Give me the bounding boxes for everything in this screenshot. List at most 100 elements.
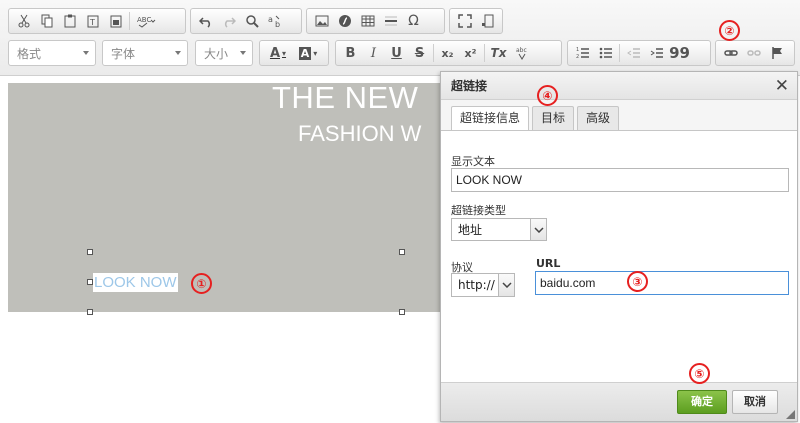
url-label: URL [536, 257, 561, 270]
ok-button[interactable]: 确定 [677, 390, 727, 414]
paste-icon[interactable] [58, 10, 81, 32]
chevron-down-icon [175, 51, 181, 55]
display-text-label: 显示文本 [451, 155, 495, 168]
size-combo-label: 大小 [204, 46, 229, 61]
svg-text:b: b [275, 20, 280, 28]
indent-icon[interactable] [645, 42, 668, 64]
resize-handle[interactable] [87, 279, 93, 285]
dialog-footer: 确定 取消 [441, 382, 797, 421]
format-combo[interactable]: 格式 [8, 40, 96, 66]
replace-icon[interactable]: ab [263, 10, 286, 32]
svg-text:1: 1 [576, 47, 579, 53]
image-icon[interactable] [310, 10, 333, 32]
step-marker-3: ③ [627, 271, 648, 292]
tab-target[interactable]: 目标 [532, 106, 575, 130]
toolbar-separator [619, 44, 620, 62]
unlink-icon[interactable] [742, 42, 765, 64]
font-combo-label: 字体 [111, 46, 136, 61]
redo-icon[interactable] [217, 10, 240, 32]
size-combo[interactable]: 大小 [195, 40, 253, 66]
style-group: B I U S x₂ x² Tx abc [335, 40, 562, 66]
superscript-button[interactable]: x² [459, 42, 482, 64]
step-marker-1: ① [191, 273, 212, 294]
link-type-value: 地址 [458, 223, 483, 237]
strikethrough-button[interactable]: S [408, 42, 431, 64]
numbered-list-icon[interactable]: 12 [571, 42, 594, 64]
tab-link-info[interactable]: 超链接信息 [451, 106, 530, 131]
insert-group: Ω [306, 8, 445, 34]
step-marker-5: ⑤ [689, 363, 710, 384]
format-combo-label: 格式 [17, 46, 42, 61]
outdent-icon[interactable] [622, 42, 645, 64]
undo-icon[interactable] [194, 10, 217, 32]
special-char-icon[interactable]: Ω [402, 10, 425, 32]
banner-title: THE NEW [272, 80, 419, 115]
text-color-button[interactable]: A ▾ [263, 42, 293, 64]
copy-format-icon[interactable]: abc [510, 42, 533, 64]
chevron-down-icon [530, 219, 546, 240]
toolbar-separator [484, 44, 485, 62]
copy-icon[interactable] [35, 10, 58, 32]
underline-button[interactable]: U [385, 42, 408, 64]
paste-text-icon[interactable]: T [81, 10, 104, 32]
anchor-flag-icon[interactable] [765, 42, 788, 64]
dialog-tabs: 超链接信息 目标 高级 [451, 106, 622, 131]
text-color-label: A [269, 45, 281, 61]
view-group [449, 8, 503, 34]
horizontal-line-icon[interactable] [379, 10, 402, 32]
selected-link-text[interactable]: LOOK NOW [93, 273, 178, 292]
resize-handle[interactable] [87, 309, 93, 315]
subscript-button[interactable]: x₂ [436, 42, 459, 64]
link-type-select[interactable]: 地址 [451, 218, 547, 241]
step-marker-4: ④ [537, 85, 558, 106]
svg-text:2: 2 [576, 54, 579, 60]
show-blocks-icon[interactable] [476, 10, 499, 32]
dialog-title: 超链接 [441, 72, 797, 100]
bold-button[interactable]: B [339, 42, 362, 64]
chevron-down-icon [240, 51, 246, 55]
tab-advanced[interactable]: 高级 [577, 106, 620, 130]
find-icon[interactable] [240, 10, 263, 32]
font-combo[interactable]: 字体 [102, 40, 188, 66]
paragraph-group: 12 99 [567, 40, 711, 66]
banner-subtitle: FASHION W [298, 121, 422, 146]
chevron-down-icon [498, 274, 514, 296]
blockquote-button[interactable]: 99 [668, 42, 691, 64]
italic-button[interactable]: I [362, 42, 385, 64]
toolbar-separator [433, 44, 434, 62]
cancel-button[interactable]: 取消 [732, 390, 778, 414]
editor-toolbar: T ABC ab Ω 格式 字体 大小 A ▾ A ▾ B I U S x₂ x… [0, 0, 800, 76]
spellcheck-icon[interactable]: ABC [132, 10, 162, 32]
toolbar-separator [129, 12, 130, 30]
maximize-icon[interactable] [453, 10, 476, 32]
close-icon[interactable]: ✕ [775, 76, 789, 96]
step-marker-2: ② [719, 20, 740, 41]
bg-color-label: A [298, 46, 312, 60]
resize-handle[interactable] [87, 249, 93, 255]
protocol-value: http:// [458, 278, 495, 292]
table-icon[interactable] [356, 10, 379, 32]
bulleted-list-icon[interactable] [594, 42, 617, 64]
edit-group: ab [190, 8, 302, 34]
svg-text:a: a [268, 15, 273, 24]
color-group: A ▾ A ▾ [259, 40, 329, 66]
resize-handle[interactable] [399, 309, 405, 315]
svg-text:ABC: ABC [137, 16, 151, 24]
flash-icon[interactable] [333, 10, 356, 32]
clipboard-group: T ABC [8, 8, 186, 34]
link-icon[interactable] [719, 42, 742, 64]
remove-format-button[interactable]: Tx [487, 42, 510, 64]
display-text-input[interactable] [451, 168, 789, 192]
svg-text:abc: abc [516, 47, 527, 54]
editor-banner-image [8, 83, 448, 312]
resize-handle[interactable] [399, 249, 405, 255]
cut-icon[interactable] [12, 10, 35, 32]
link-type-label: 超链接类型 [451, 204, 506, 217]
resize-grip-icon[interactable] [786, 410, 795, 419]
bg-color-button[interactable]: A ▾ [293, 42, 323, 64]
chevron-down-icon [83, 51, 89, 55]
protocol-select[interactable]: http:// [451, 273, 515, 297]
url-input[interactable] [535, 271, 789, 295]
paste-word-icon[interactable] [104, 10, 127, 32]
svg-text:T: T [89, 18, 95, 27]
